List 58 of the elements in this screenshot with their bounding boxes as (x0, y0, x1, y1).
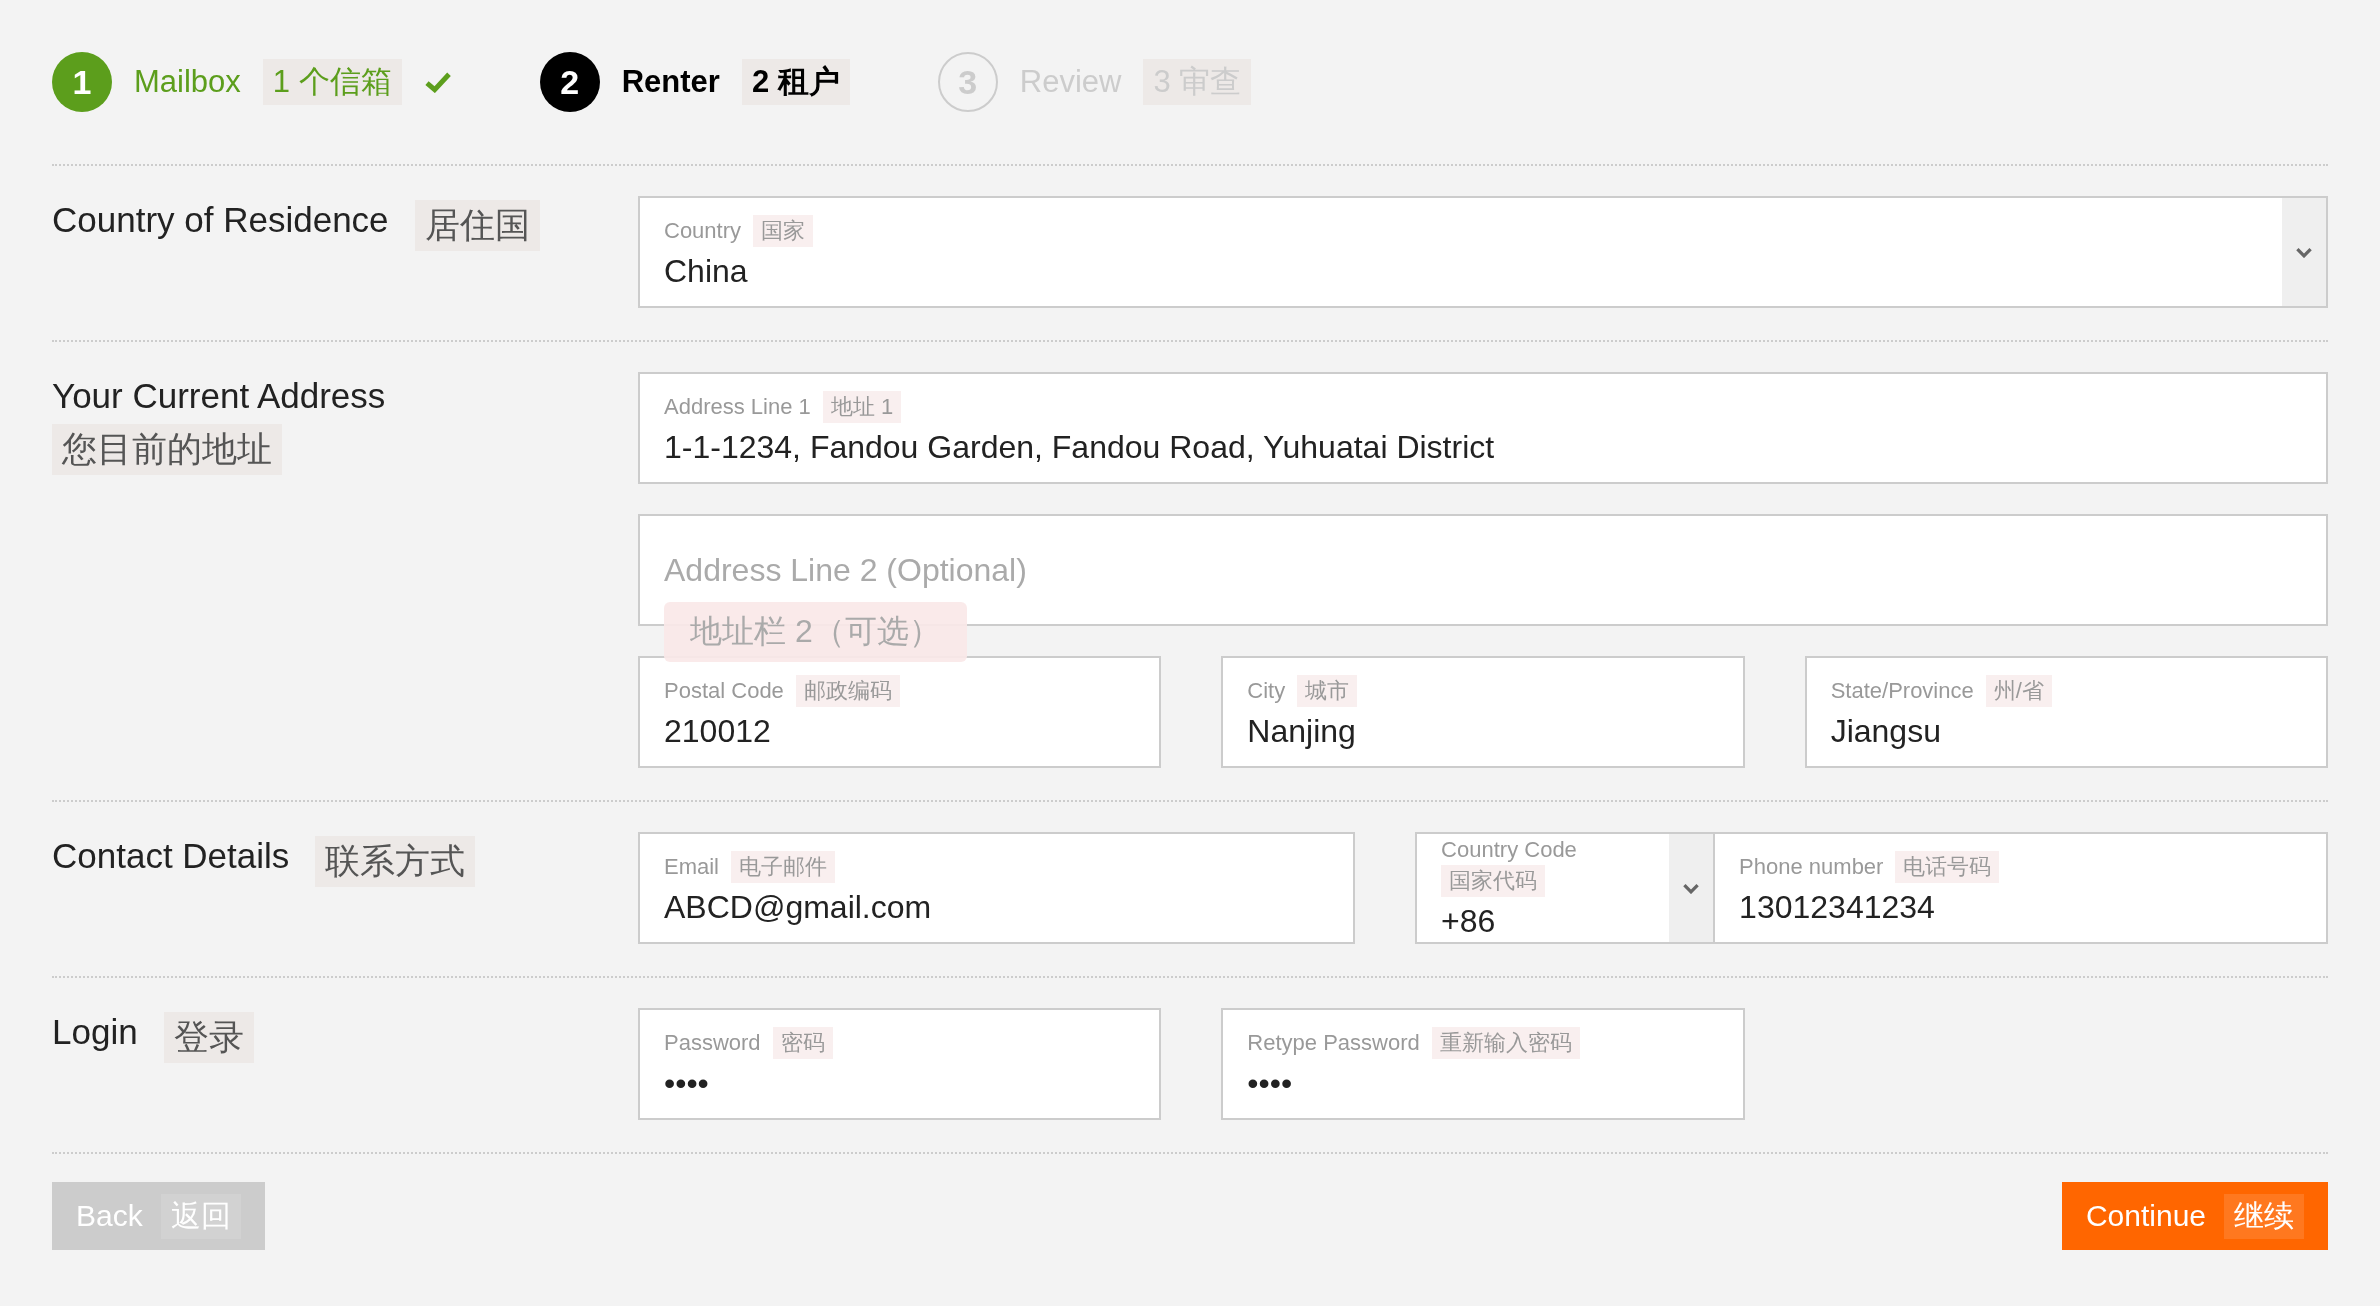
input-field[interactable]: City 城市 Nanjing (1221, 656, 1745, 768)
section-translation: 居住国 (414, 200, 540, 251)
step-number: 1 (52, 52, 112, 112)
country-select[interactable]: Country 国家 China (638, 196, 2328, 308)
field-translation: 电子邮件 (731, 850, 835, 883)
field-value: 1-1-1234, Fandou Garden, Fandou Road, Yuhuatai District (664, 428, 1496, 466)
section-label: Country of Residence (52, 200, 389, 241)
step-label: Renter (621, 64, 720, 100)
caret-icon (2295, 246, 2313, 258)
section-translation: 您目前的地址 (52, 424, 282, 475)
placeholder-translation: 地址栏 2（可选） (664, 602, 967, 662)
caret-icon (1682, 882, 1701, 894)
section-label: Contact Details (52, 836, 290, 877)
field-value: ABCD@gmail.com (664, 888, 933, 926)
field-label: Postal Code (664, 677, 784, 704)
field-value: •••• (664, 1064, 710, 1102)
check-icon (423, 71, 452, 93)
field-value: 13012341234 (1739, 888, 1936, 926)
input-field[interactable]: Email 电子邮件 ABCD@gmail.com (638, 832, 1356, 944)
field-value: •••• (1247, 1064, 1294, 1102)
field-value: +86 (1441, 902, 1497, 940)
input-field[interactable]: Address Line 1 地址 1 1-1-1234, Fandou Garden, Fandou Road, Yuhuatai District (638, 372, 2328, 484)
field-label: Phone number (1739, 853, 1884, 880)
country-code-select[interactable]: Country Code 国家代码 +86 (1415, 832, 1716, 944)
input-field[interactable]: Postal Code 邮政编码 210012 (638, 656, 1162, 768)
step-number: 2 (539, 52, 600, 112)
input-field[interactable]: State/Province 州/省 Jiangsu (1804, 656, 2328, 768)
field-label: City (1247, 677, 1286, 704)
input-field[interactable]: Password 密码 •••• (638, 1008, 1162, 1120)
field-label: Retype Password (1247, 1029, 1420, 1056)
field-translation: 密码 (772, 1026, 833, 1059)
field-translation: 重新输入密码 (1431, 1026, 1580, 1059)
step-translation: 2 租户 (741, 59, 850, 105)
input-field[interactable]: Phone number 电话号码 13012341234 (1715, 832, 2328, 944)
field-value: Nanjing (1247, 712, 1357, 750)
field-translation: 国家代码 (1441, 864, 1546, 897)
field-label: State/Province (1830, 677, 1974, 704)
field-label: Email (664, 853, 719, 880)
input-field[interactable]: Retype Password 重新输入密码 •••• (1221, 1008, 1745, 1120)
field-translation: 国家 (753, 214, 814, 247)
field-value: Jiangsu (1830, 712, 1942, 750)
field-translation: 电话号码 (1895, 850, 2000, 883)
section-translation: 联系方式 (315, 836, 476, 887)
section-label: Login (52, 1012, 138, 1053)
section-translation: 登录 (163, 1012, 254, 1063)
field-translation: 州/省 (1985, 674, 2052, 707)
field-translation: 城市 (1297, 674, 1358, 707)
step-label: Mailbox (134, 64, 241, 100)
step-translation: 1 个信箱 (262, 59, 402, 105)
field-label: Address Line 1 (664, 393, 811, 420)
field-label: Country Code (1441, 836, 1577, 863)
field-translation: 地址 1 (822, 390, 902, 423)
section-label: Your Current Address (52, 376, 386, 416)
field-label: Password (664, 1029, 761, 1056)
field-label: Country (664, 217, 742, 244)
field-translation: 邮政编码 (795, 674, 900, 707)
field-value: 210012 (664, 712, 772, 750)
field-value: China (664, 252, 749, 290)
